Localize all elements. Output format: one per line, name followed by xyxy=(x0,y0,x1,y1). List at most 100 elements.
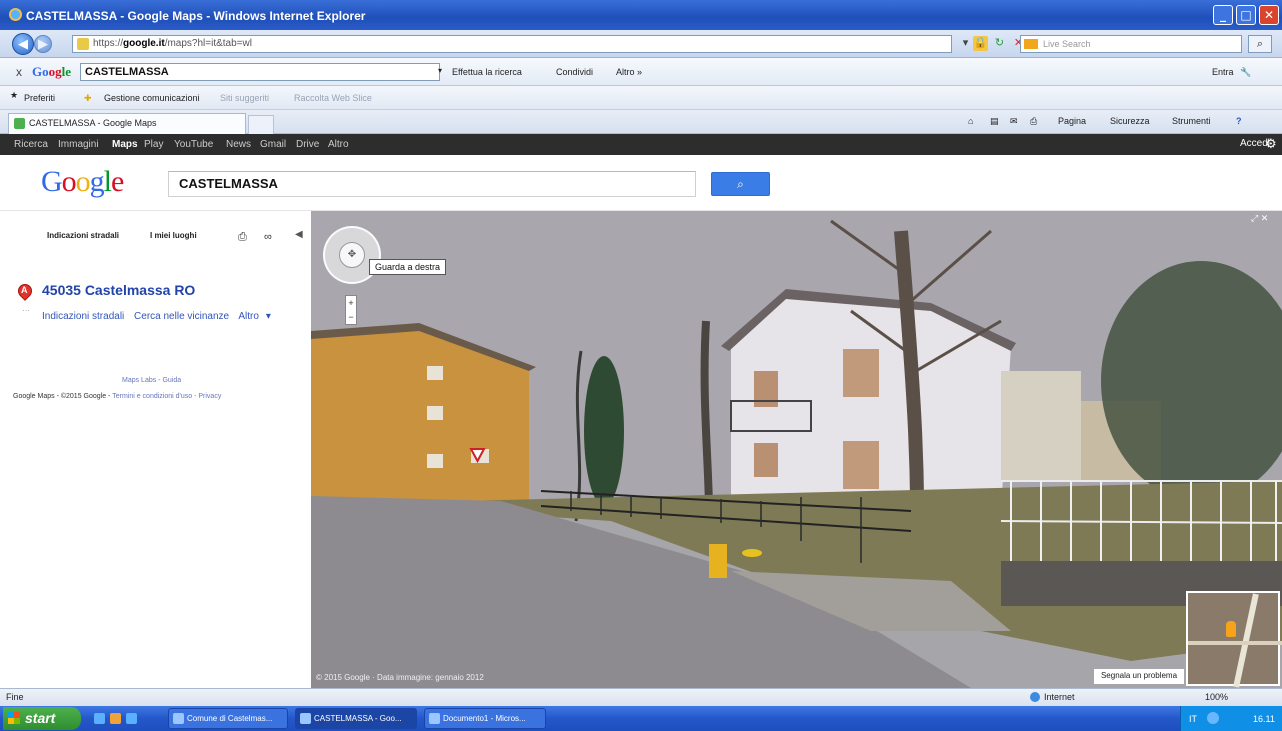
place-nearby-link[interactable]: Cerca nelle vicinanze xyxy=(134,311,229,322)
live-search-button[interactable]: ⌕ xyxy=(1248,35,1272,53)
left-panel: Indicazioni stradali I miei luoghi ⎙ ∞ ◀… xyxy=(0,211,311,688)
feeds-icon[interactable]: ▤ xyxy=(990,116,999,127)
lock-icon[interactable]: 🔒 xyxy=(973,36,988,51)
my-places-button[interactable]: I miei luoghi xyxy=(150,231,197,240)
zoom-in-button[interactable]: + xyxy=(346,296,356,310)
pan-compass[interactable]: ✥ xyxy=(323,226,381,284)
status-text: Fine xyxy=(6,692,24,702)
directions-button[interactable]: Indicazioni stradali xyxy=(47,231,119,240)
close-toolbar-icon[interactable]: x xyxy=(16,65,22,79)
marker-shadow-icon: ⋯ xyxy=(22,306,30,315)
status-bar: Fine Internet 100% xyxy=(0,688,1282,706)
zoom-control[interactable]: + − xyxy=(345,295,357,325)
zoom-out-button[interactable]: − xyxy=(346,310,356,324)
start-button[interactable]: start xyxy=(3,707,81,730)
nav-maps[interactable]: Maps xyxy=(112,139,138,150)
ie-logo-icon xyxy=(9,8,22,21)
minimap[interactable] xyxy=(1186,591,1282,688)
link-icon[interactable]: ∞ xyxy=(264,231,272,243)
favorites-button[interactable]: Preferiti xyxy=(24,93,55,103)
dropdown-arrow-icon[interactable]: ▾ xyxy=(958,36,973,51)
nav-youtube[interactable]: YouTube xyxy=(174,139,213,150)
close-button[interactable]: ✕ xyxy=(1259,5,1279,25)
place-title[interactable]: 45035 Castelmassa RO xyxy=(42,282,195,298)
gear-icon[interactable]: ⚙ xyxy=(1265,136,1277,152)
tab-castelmassa[interactable]: CASTELMASSA - Google Maps xyxy=(8,113,246,134)
language-indicator[interactable]: IT xyxy=(1189,714,1197,724)
forward-button[interactable]: ▶ xyxy=(34,35,52,53)
home-icon[interactable]: ⌂ xyxy=(968,116,973,126)
maps-search-input[interactable]: CASTELMASSA xyxy=(168,171,696,197)
nav-news[interactable]: News xyxy=(226,139,251,150)
nav-ricerca[interactable]: Ricerca xyxy=(14,139,48,150)
network-icon[interactable] xyxy=(1207,712,1219,724)
nav-immagini[interactable]: Immagini xyxy=(58,139,99,150)
internet-zone[interactable]: Internet xyxy=(1030,692,1075,702)
wrench-icon[interactable]: 🔧 xyxy=(1240,67,1251,78)
logo-letter: G xyxy=(41,165,63,198)
street-view[interactable]: ✥ Guarda a destra + − ⤢ ✕ © 2015 Google … xyxy=(311,211,1282,688)
place-directions-link[interactable]: Indicazioni stradali xyxy=(42,311,124,322)
favorite-link-2[interactable]: Siti suggeriti xyxy=(220,93,269,103)
favorite-link-3[interactable]: Raccolta Web Slice xyxy=(294,93,372,103)
report-problem-button[interactable]: Segnala un problema xyxy=(1094,669,1184,684)
live-search-input[interactable]: Live Search xyxy=(1020,35,1242,53)
help-icon[interactable]: ? xyxy=(1236,116,1242,126)
maps-search-button[interactable]: ⌕ xyxy=(711,172,770,196)
toolbar-share-button[interactable]: Condividi xyxy=(556,67,593,77)
place-more-link[interactable]: Altro ▾ xyxy=(238,311,271,322)
chevron-down-icon[interactable]: ▾ xyxy=(438,66,442,75)
google-logo[interactable]: Google xyxy=(41,165,124,199)
favorite-link-1[interactable]: Gestione comunicazioni xyxy=(104,93,200,103)
street-view-copyright: © 2015 Google · Data immagine: gennaio 2… xyxy=(316,673,484,682)
window-title: CASTELMASSA - Google Maps - Windows Inte… xyxy=(26,9,366,23)
nav-gmail[interactable]: Gmail xyxy=(260,139,286,150)
clock[interactable]: 16.11 xyxy=(1253,714,1275,724)
nav-play[interactable]: Play xyxy=(144,139,163,150)
star-icon: ★ xyxy=(10,90,19,100)
url-field[interactable]: https://google.it/maps?hl=it&tab=wl xyxy=(72,35,952,53)
back-button[interactable]: ◀ xyxy=(12,33,34,55)
collapse-panel-icon[interactable]: ◀ xyxy=(295,229,303,240)
pan-arrows-icon[interactable]: ✥ xyxy=(339,242,365,268)
expand-icon[interactable]: ⤢ ✕ xyxy=(1251,213,1268,224)
new-tab-button[interactable] xyxy=(248,115,274,134)
logo-letter: e xyxy=(111,165,124,198)
zoom-level[interactable]: 100% xyxy=(1205,692,1228,702)
logo-letter: o xyxy=(61,165,77,198)
window-titlebar[interactable]: CASTELMASSA - Google Maps - Windows Inte… xyxy=(0,0,1282,30)
terms-link[interactable]: Termini e condizioni d'uso - Privacy xyxy=(112,393,221,400)
site-favicon-icon xyxy=(77,38,89,50)
toolbar-more-button[interactable]: Altro » xyxy=(616,67,642,77)
refresh-icon[interactable]: ↻ xyxy=(992,36,1007,51)
desktop-quicklaunch-icon[interactable] xyxy=(126,713,137,724)
print-icon[interactable]: ⎙ xyxy=(238,231,247,244)
toolbar-search-button[interactable]: Effettua la ricerca xyxy=(452,67,522,77)
minimap-road xyxy=(1188,641,1282,645)
toolbar-search-input[interactable]: CASTELMASSA xyxy=(80,63,440,81)
task-castelmassa[interactable]: CASTELMASSA - Goo... xyxy=(295,708,417,729)
url-path: maps?hl=it&tab=wl xyxy=(167,38,252,49)
minimize-button[interactable]: _ xyxy=(1213,5,1233,25)
print-icon[interactable]: ⎙ xyxy=(1030,116,1037,127)
mail-icon[interactable]: ✉ xyxy=(1010,116,1018,127)
place-actions: Indicazioni stradali Cerca nelle vicinan… xyxy=(42,311,278,322)
security-menu[interactable]: Sicurezza xyxy=(1110,116,1150,126)
page-menu[interactable]: Pagina xyxy=(1058,116,1086,126)
tools-menu[interactable]: Strumenti xyxy=(1172,116,1211,126)
task-documento[interactable]: Documento1 - Micros... xyxy=(424,708,546,729)
maximize-button[interactable]: □ xyxy=(1236,5,1256,25)
add-favorite-icon[interactable]: ✚ xyxy=(84,93,92,104)
toolbar-signin-button[interactable]: Entra xyxy=(1212,67,1234,77)
taskbar: start Comune di Castelmas... CASTELMASSA… xyxy=(0,706,1282,731)
nav-altro[interactable]: Altro xyxy=(328,139,349,150)
pegman-icon[interactable] xyxy=(1226,621,1236,637)
footer-labs-link[interactable]: Maps Labs - Guida xyxy=(122,377,181,384)
task-comune[interactable]: Comune di Castelmas... xyxy=(168,708,288,729)
nav-drive[interactable]: Drive xyxy=(296,139,319,150)
google-toolbar: x Google CASTELMASSA ▾ Effettua la ricer… xyxy=(0,58,1282,86)
outlook-quicklaunch-icon[interactable] xyxy=(110,713,121,724)
ie-quicklaunch-icon[interactable] xyxy=(94,713,105,724)
google-toolbar-logo: Google xyxy=(32,64,72,79)
marker-a-icon[interactable]: A xyxy=(15,281,35,304)
